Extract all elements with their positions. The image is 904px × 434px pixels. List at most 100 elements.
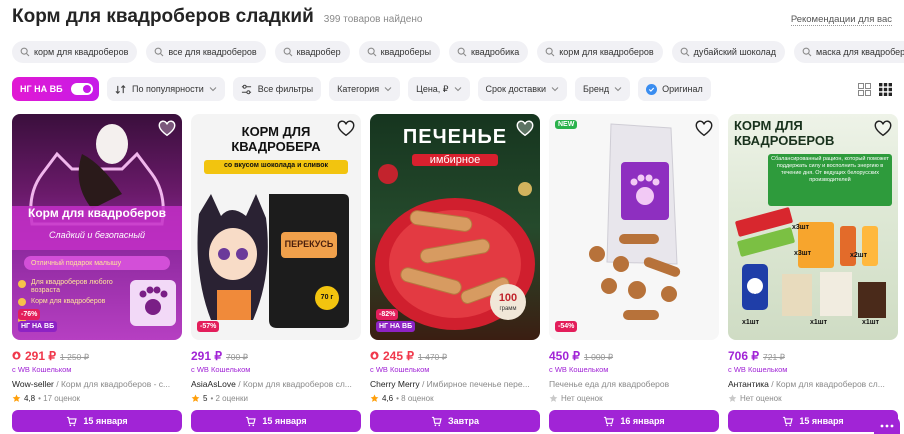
product-image[interactable]: КОРМ ДЛЯ КВАДРОБЕРА со вкусом шоколада и… — [191, 114, 361, 340]
ng-badge: НГ НА ВБ — [376, 321, 416, 332]
delivery-time-label: Срок доставки — [485, 84, 547, 94]
product-image-caption: х1шт — [862, 319, 880, 326]
old-price: 700 ₽ — [226, 352, 248, 362]
discount-badge: -76% — [18, 309, 41, 320]
delivery-time-dropdown[interactable]: Срок доставки — [477, 77, 568, 101]
suggestion-chip[interactable]: корм для квадроберов — [537, 41, 663, 63]
star-icon — [549, 394, 558, 402]
product-image[interactable]: NEW -54% — [549, 114, 719, 340]
old-price: 1 470 ₽ — [418, 352, 448, 362]
product-title[interactable]: Cherry Merry / Имбирное печенье пере... — [370, 379, 540, 389]
suggestion-chip[interactable]: дубайский шоколад — [671, 41, 786, 63]
product-title[interactable]: Печенье еда для квадроберов — [549, 379, 719, 389]
suggestion-chip[interactable]: корм для квадроберов — [12, 41, 138, 63]
suggestion-chip[interactable]: квадробер — [274, 41, 350, 63]
delivery-date: 15 января — [799, 416, 844, 426]
product-image[interactable]: КОРМ ДЛЯ КВАДРОБЕРОВ Сбалансированный ра… — [728, 114, 898, 340]
product-name: / Корм для квадроберов - с... — [53, 379, 171, 389]
chat-button[interactable] — [874, 416, 900, 434]
product-card[interactable]: КОРМ ДЛЯ КВАДРОБЕРОВ Сбалансированный ра… — [728, 114, 898, 432]
product-card[interactable]: ПЕЧЕНЬЕ имбирное 100 грамм -82% НГ НА ВБ… — [370, 114, 540, 432]
product-card[interactable]: Корм для квадроберов Сладкий и безопасны… — [12, 114, 182, 432]
delivery-date: 16 января — [620, 416, 665, 426]
product-title[interactable]: Wow-seller / Корм для квадроберов - с... — [12, 379, 182, 389]
suggestion-chip[interactable]: маска для квадробера — [794, 41, 904, 63]
suggestion-chip[interactable]: все для квадроберов — [146, 41, 266, 63]
suggestion-chip[interactable]: квадробика — [449, 41, 529, 63]
suggestion-chip[interactable]: квадроберы — [358, 41, 441, 63]
wallet-note: с WB Кошельком — [191, 365, 251, 374]
brand-dropdown[interactable]: Бренд — [575, 77, 631, 101]
price-label: Цена, ₽ — [416, 83, 449, 94]
page-title: Корм для квадроберов сладкий — [12, 6, 314, 27]
star-icon — [728, 394, 737, 402]
grid-large-icon[interactable] — [858, 82, 871, 96]
star-icon — [191, 394, 200, 402]
current-price: 245 ₽ — [383, 349, 414, 363]
reviews-count: • 17 оценок — [38, 393, 81, 403]
add-to-cart-button[interactable]: 15 января — [728, 410, 898, 432]
favorite-heart-icon[interactable] — [516, 120, 534, 138]
favorite-heart-icon[interactable] — [337, 120, 355, 138]
product-card[interactable]: NEW -54% 450 ₽ 1 000 ₽ с WB Кошельком Пе… — [549, 114, 719, 432]
product-image-caption: х1шт — [742, 319, 760, 326]
ng-toggle[interactable]: НГ НА ВБ — [12, 77, 99, 101]
sort-dropdown[interactable]: По популярности — [107, 77, 225, 101]
product-image-art — [12, 124, 182, 326]
toggle-switch[interactable] — [71, 83, 93, 95]
checkmark-icon — [646, 83, 658, 95]
product-card[interactable]: КОРМ ДЛЯ КВАДРОБЕРА со вкусом шоколада и… — [191, 114, 361, 432]
original-filter[interactable]: Оригинал — [638, 77, 711, 101]
product-image[interactable]: Корм для квадроберов Сладкий и безопасны… — [12, 114, 182, 340]
search-icon — [680, 47, 690, 57]
price-row: 245 ₽ 1 470 ₽ — [370, 349, 540, 363]
sort-label: По популярности — [132, 84, 204, 94]
recommendations-link[interactable]: Рекомендации для вас — [790, 14, 892, 26]
suggestion-chip-label: маска для квадробера — [816, 47, 904, 57]
product-image-subtitle: со вкусом шоколада и сливок — [224, 162, 328, 169]
product-title[interactable]: AsiaAsLove / Корм для квадроберов сл... — [191, 379, 361, 389]
category-dropdown[interactable]: Категория — [329, 77, 401, 101]
favorite-heart-icon[interactable] — [158, 120, 176, 138]
star-icon — [12, 394, 21, 402]
product-title[interactable]: Антантика / Корм для квадроберов сл... — [728, 379, 898, 389]
suggestion-chip-label: все для квадроберов — [168, 47, 257, 57]
product-image-caption: 70 г — [320, 294, 334, 301]
add-to-cart-button[interactable]: 16 января — [549, 410, 719, 432]
suggestion-chip-label: дубайский шоколад — [693, 47, 777, 57]
price-dropdown[interactable]: Цена, ₽ — [408, 77, 470, 101]
rating-row: Нет оценок — [728, 393, 898, 403]
all-filters-button[interactable]: Все фильтры — [232, 77, 322, 101]
product-image-caption: х3шт — [792, 224, 810, 231]
current-price: 706 ₽ — [728, 349, 759, 363]
product-image-caption: грамм — [499, 306, 517, 312]
search-icon — [802, 47, 812, 57]
favorite-heart-icon[interactable] — [695, 120, 713, 138]
suggestion-chip-label: квадробер — [296, 47, 341, 57]
add-to-cart-button[interactable]: Завтра — [370, 410, 540, 432]
chevron-down-icon — [614, 87, 622, 92]
reviews-count: • 8 оценок — [396, 393, 434, 403]
reviews-count: Нет оценок — [740, 393, 782, 403]
grid-small-icon[interactable] — [879, 82, 892, 96]
seller-name: Wow-seller — [12, 379, 54, 389]
delivery-date: 15 января — [83, 416, 128, 426]
product-image[interactable]: ПЕЧЕНЬЕ имбирное 100 грамм -82% НГ НА ВБ — [370, 114, 540, 340]
add-to-cart-button[interactable]: 15 января — [191, 410, 361, 432]
search-icon — [283, 47, 293, 57]
rating-row: 4,6 • 8 оценок — [370, 393, 540, 403]
old-price: 721 ₽ — [763, 352, 785, 362]
add-to-cart-button[interactable]: 15 января — [12, 410, 182, 432]
rating-value: 4,8 — [24, 393, 36, 403]
suggestion-chip-label: квадробика — [471, 47, 520, 57]
product-image-art — [589, 123, 681, 320]
cart-icon — [783, 416, 794, 426]
ng-toggle-label: НГ НА ВБ — [20, 84, 63, 94]
product-image-caption: Отличный подарок малышу — [31, 260, 122, 267]
chat-icon — [880, 424, 894, 428]
chevron-down-icon — [454, 87, 461, 92]
favorite-heart-icon[interactable] — [874, 120, 892, 138]
wallet-note: с WB Кошельком — [370, 365, 430, 374]
product-image-caption: PEPSI — [743, 294, 761, 300]
product-image-caption: Для квадроберов любого возраста — [31, 279, 113, 294]
